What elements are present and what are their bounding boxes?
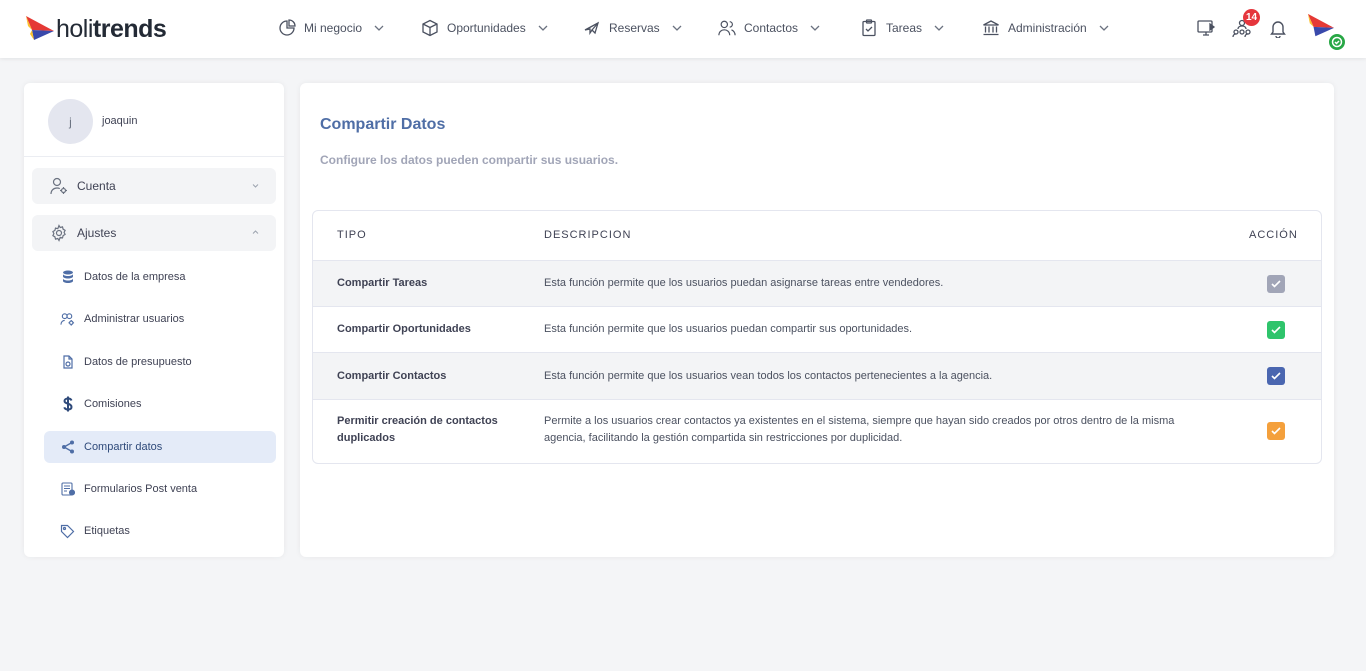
row-descripcion: Permite a los usuarios crear contactos y… [544,415,1175,444]
row-tipo: Permitir creación de contactos duplicado… [337,415,498,444]
nav-label: Mi negocio [304,21,363,35]
sidebar-item-label: Administrar usuarios [84,313,185,325]
main-panel: Compartir Datos Configure los datos pued… [300,83,1334,557]
sidebar-item-label: Formularios Post venta [84,483,198,495]
sidebar-group-label: Cuenta [77,179,116,193]
sidebar-item-label: Datos de la empresa [84,271,186,283]
row-checkbox[interactable] [1267,422,1285,440]
logo-mark-icon [26,16,54,40]
row-descripcion: Esta función permite que los usuarios ve… [544,370,993,382]
logo-text: holitrends [56,15,167,43]
online-check-icon [1327,32,1347,52]
sidebar-item-label: Compartir datos [84,441,163,453]
bank-icon [982,19,1000,37]
table-row: Compartir Contactos Esta función permite… [313,353,1321,400]
user-profile: j joaquin [24,83,284,157]
nav-label: Contactos [744,21,799,35]
sidebar-item-formularios-post-venta[interactable]: Formularios Post venta [44,473,276,505]
nav-administracion[interactable]: Administración [982,16,1109,40]
nav-reservas[interactable]: Reservas [583,16,682,40]
chevron-down-icon [1099,23,1109,33]
table-row: Compartir Tareas Esta función permite qu… [313,261,1321,307]
sidebar-item-label: Datos de presupuesto [84,356,192,368]
settings-sidebar: j joaquin Cuenta Ajustes Datos de la emp… [24,83,284,557]
screen-share-icon[interactable] [1196,18,1216,38]
check-icon [1271,326,1281,334]
sidebar-group-ajustes[interactable]: Ajustes [32,215,276,251]
user-gear-icon [50,177,68,195]
nav-label: Administración [1008,21,1087,35]
sidebar-group-cuenta[interactable]: Cuenta [32,168,276,204]
nav-oportunidades[interactable]: Oportunidades [421,16,548,40]
avatar[interactable]: j [48,99,93,144]
row-tipo: Compartir Tareas [337,277,428,289]
users-icon [718,19,736,37]
page-subtitle: Configure los datos pueden compartir sus… [320,153,619,167]
table-row: Permitir creación de contactos duplicado… [313,400,1321,463]
row-checkbox[interactable] [1267,321,1285,339]
top-navbar: holitrends Mi negocio Oportunidades Rese… [0,0,1366,58]
row-descripcion: Esta función permite que los usuarios pu… [544,323,913,335]
row-checkbox[interactable] [1267,275,1285,293]
chevron-down-icon [251,181,260,190]
chevron-down-icon [374,23,384,33]
plane-icon [583,19,601,37]
chevron-down-icon [538,23,548,33]
check-icon [1271,280,1281,288]
table-row: Compartir Oportunidades Esta función per… [313,307,1321,353]
row-descripcion: Esta función permite que los usuarios pu… [544,277,944,289]
pie-chart-icon [278,19,296,37]
sidebar-item-compartir-datos[interactable]: Compartir datos [44,431,276,463]
users-gear-icon [60,312,75,327]
sidebar-item-label: Etiquetas [84,525,130,537]
check-icon [1271,372,1281,380]
nav-contactos[interactable]: Contactos [718,16,820,40]
chevron-down-icon [934,23,944,33]
share-icon [60,440,75,455]
sidebar-group-label: Ajustes [77,226,117,240]
clipboard-check-icon [860,19,878,37]
sidebar-item-administrar-usuarios[interactable]: Administrar usuarios [44,303,276,335]
notifications-badge: 14 [1243,9,1261,26]
column-header-tipo: TIPO [337,229,367,241]
nav-mi-negocio[interactable]: Mi negocio [278,16,384,40]
nav-label: Reservas [609,21,660,35]
sidebar-item-datos-presupuesto[interactable]: Datos de presupuesto [44,346,276,378]
column-header-accion: ACCIÓN [1249,229,1298,241]
nav-label: Oportunidades [447,21,526,35]
sharing-table: TIPO DESCRIPCION ACCIÓN Compartir Tareas… [312,210,1322,464]
dollar-icon [60,396,75,412]
sidebar-item-comisiones[interactable]: Comisiones [44,388,276,420]
chevron-down-icon [672,23,682,33]
column-header-descripcion: DESCRIPCION [544,229,632,241]
row-tipo: Compartir Contactos [337,370,447,382]
sidebar-item-label: Comisiones [84,398,142,410]
sidebar-item-etiquetas[interactable]: Etiquetas [44,515,276,547]
page-title: Compartir Datos [320,116,446,133]
sidebar-item-datos-empresa[interactable]: Datos de la empresa [44,261,276,293]
gear-icon [50,224,68,242]
row-checkbox[interactable] [1267,367,1285,385]
tag-icon [60,524,75,539]
user-brand-avatar[interactable] [1306,12,1347,52]
bell-icon[interactable] [1268,18,1288,38]
form-icon [60,482,75,497]
check-icon [1271,427,1281,435]
user-name: joaquin [102,115,138,127]
holitrends-logo[interactable]: holitrends [24,14,167,44]
chevron-up-icon [251,228,260,237]
document-money-icon [60,355,75,370]
chevron-down-icon [810,23,820,33]
row-tipo: Compartir Oportunidades [337,323,471,335]
table-header: TIPO DESCRIPCION ACCIÓN [313,211,1321,261]
box-icon [421,19,439,37]
nav-tareas[interactable]: Tareas [860,16,944,40]
database-icon [60,270,75,285]
nav-label: Tareas [886,21,923,35]
